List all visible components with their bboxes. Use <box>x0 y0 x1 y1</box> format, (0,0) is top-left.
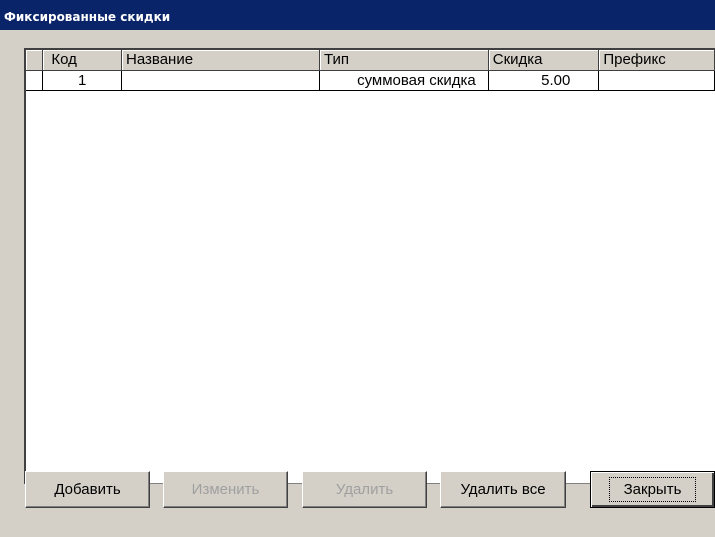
close-button[interactable]: Закрыть <box>590 471 715 508</box>
edit-button[interactable]: Изменить <box>163 471 288 508</box>
cell-name[interactable] <box>121 70 321 91</box>
delete-all-button[interactable]: Удалить все <box>440 471 566 508</box>
cell-prefix[interactable] <box>598 70 715 91</box>
window-title: Фиксированные скидки <box>4 10 171 24</box>
column-header-code[interactable]: Код <box>42 50 123 71</box>
delete-button[interactable]: Удалить <box>302 471 427 508</box>
add-button[interactable]: Добавить <box>25 471 150 508</box>
row-indicator[interactable] <box>26 70 44 91</box>
column-header-discount[interactable]: Скидка <box>488 50 600 71</box>
close-button-label: Закрыть <box>608 477 697 502</box>
table-header-row: Код Название Тип Скидка Префикс <box>26 50 715 71</box>
discounts-grid[interactable]: Код Название Тип Скидка Префикс 1 суммов… <box>24 48 715 484</box>
column-header-name[interactable]: Название <box>121 50 321 71</box>
column-header-type[interactable]: Тип <box>319 50 489 71</box>
column-header-prefix[interactable]: Префикс <box>598 50 715 71</box>
table-row[interactable]: 1 суммовая скидка 5.00 <box>26 70 715 91</box>
cell-discount[interactable]: 5.00 <box>488 70 600 91</box>
discounts-table: Код Название Тип Скидка Префикс 1 суммов… <box>26 50 715 91</box>
row-indicator-header <box>26 50 44 71</box>
cell-code[interactable]: 1 <box>42 70 123 91</box>
cell-type[interactable]: суммовая скидка <box>319 70 489 91</box>
title-bar: Фиксированные скидки <box>0 0 715 30</box>
